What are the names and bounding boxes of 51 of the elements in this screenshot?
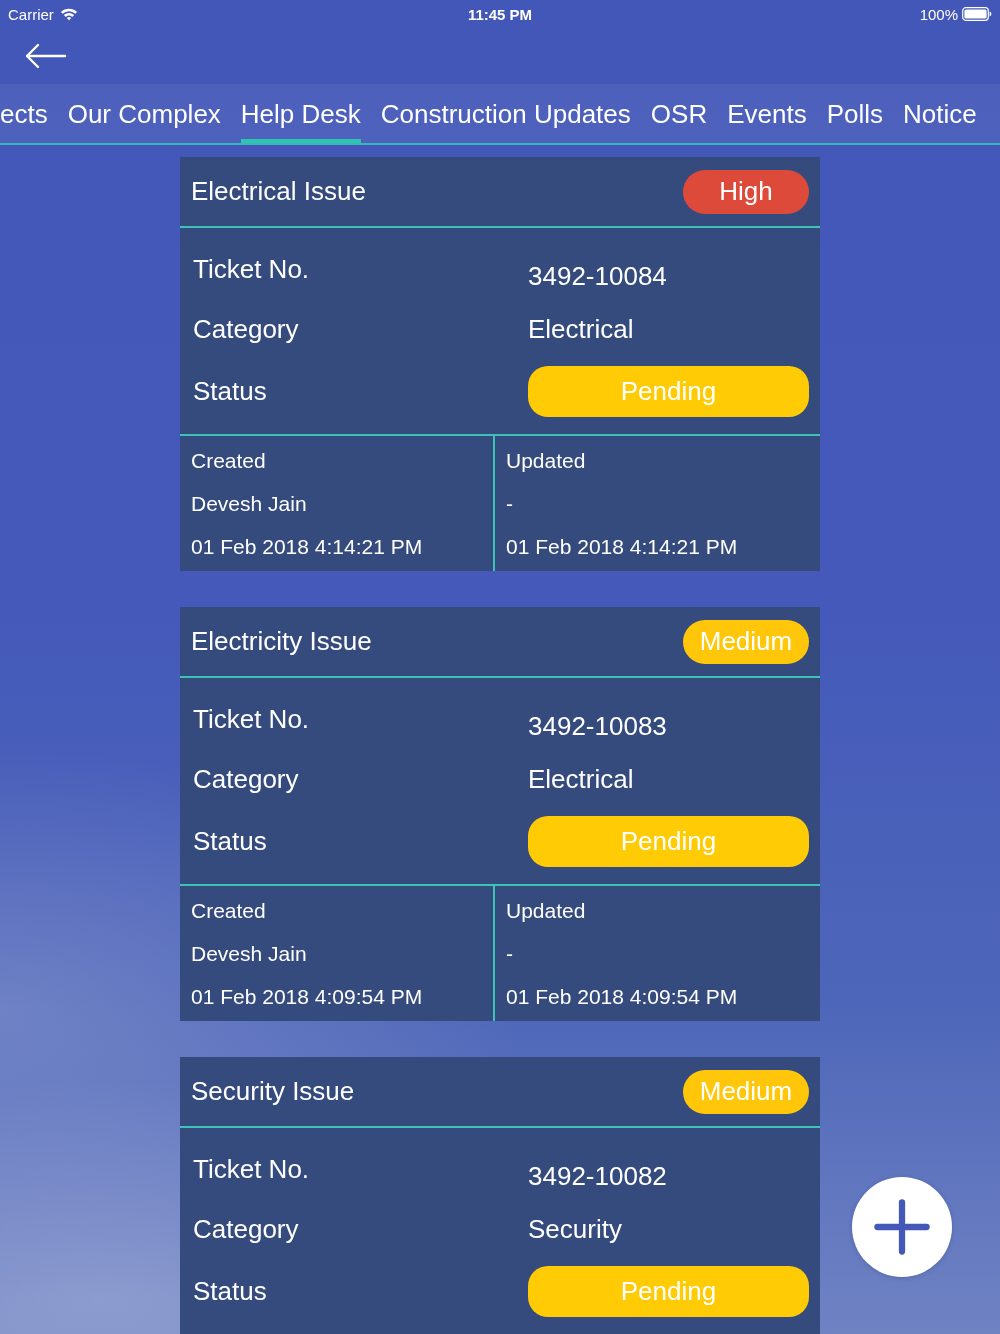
tab[interactable]: ects [0,84,48,143]
priority-badge: Medium [683,619,809,664]
field-value: 3492-10083 [528,710,667,742]
field-label: Status [193,375,267,407]
tab[interactable]: Notice [903,84,977,143]
ticket-title: Electricity Issue [191,626,372,657]
status-pill: Pending [528,1265,809,1317]
tab[interactable]: Polls [826,84,883,143]
field-value: 3492-10082 [528,1160,667,1192]
updated-heading: Updated [506,448,586,474]
left-arrow-icon[interactable] [25,43,67,69]
updated-date: 01 Feb 2018 4:14:21 PM [506,534,738,560]
created-date: 01 Feb 2018 4:09:54 PM [191,984,423,1010]
ticket-title: Electrical Issue [191,176,366,207]
field-label: Category [193,1213,299,1245]
clock-time: 11:45 PM [467,5,533,23]
updated-by: - [506,941,513,967]
field-label: Category [193,763,299,795]
created-heading: Created [191,898,266,924]
wifi-icon [59,7,78,21]
created-heading: Created [191,448,266,474]
priority-badge: High [683,169,809,214]
carrier-label: Carrier [8,5,54,23]
field-value: 3492-10084 [528,260,667,292]
tab[interactable]: OSR [650,84,708,143]
updated-heading: Updated [506,898,586,924]
tab[interactable]: Our Complex [67,84,221,143]
tab[interactable]: Construction Updates [380,84,631,143]
created-by: Devesh Jain [191,941,307,967]
field-label: Ticket No. [193,253,310,285]
tab[interactable]: Events [727,84,807,143]
status-pill: Pending [528,365,809,417]
status-pill: Pending [528,815,809,867]
updated-by: - [506,491,513,517]
battery-percent: 100% [919,5,958,23]
ticket-title: Security Issue [191,1076,355,1107]
updated-date: 01 Feb 2018 4:09:54 PM [506,984,738,1010]
field-label: Category [193,313,299,345]
priority-badge: Medium [683,1069,809,1114]
created-by: Devesh Jain [191,491,307,517]
field-value: Electrical [528,313,634,345]
field-label: Ticket No. [193,703,310,735]
field-value: Security [528,1213,622,1245]
field-label: Status [193,825,267,857]
field-label: Ticket No. [193,1153,310,1185]
field-label: Status [193,1275,267,1307]
field-value: Electrical [528,763,634,795]
battery-icon [962,7,992,21]
tab[interactable]: Help Desk [240,84,361,143]
created-date: 01 Feb 2018 4:14:21 PM [191,534,423,560]
plus-icon [874,1199,930,1255]
